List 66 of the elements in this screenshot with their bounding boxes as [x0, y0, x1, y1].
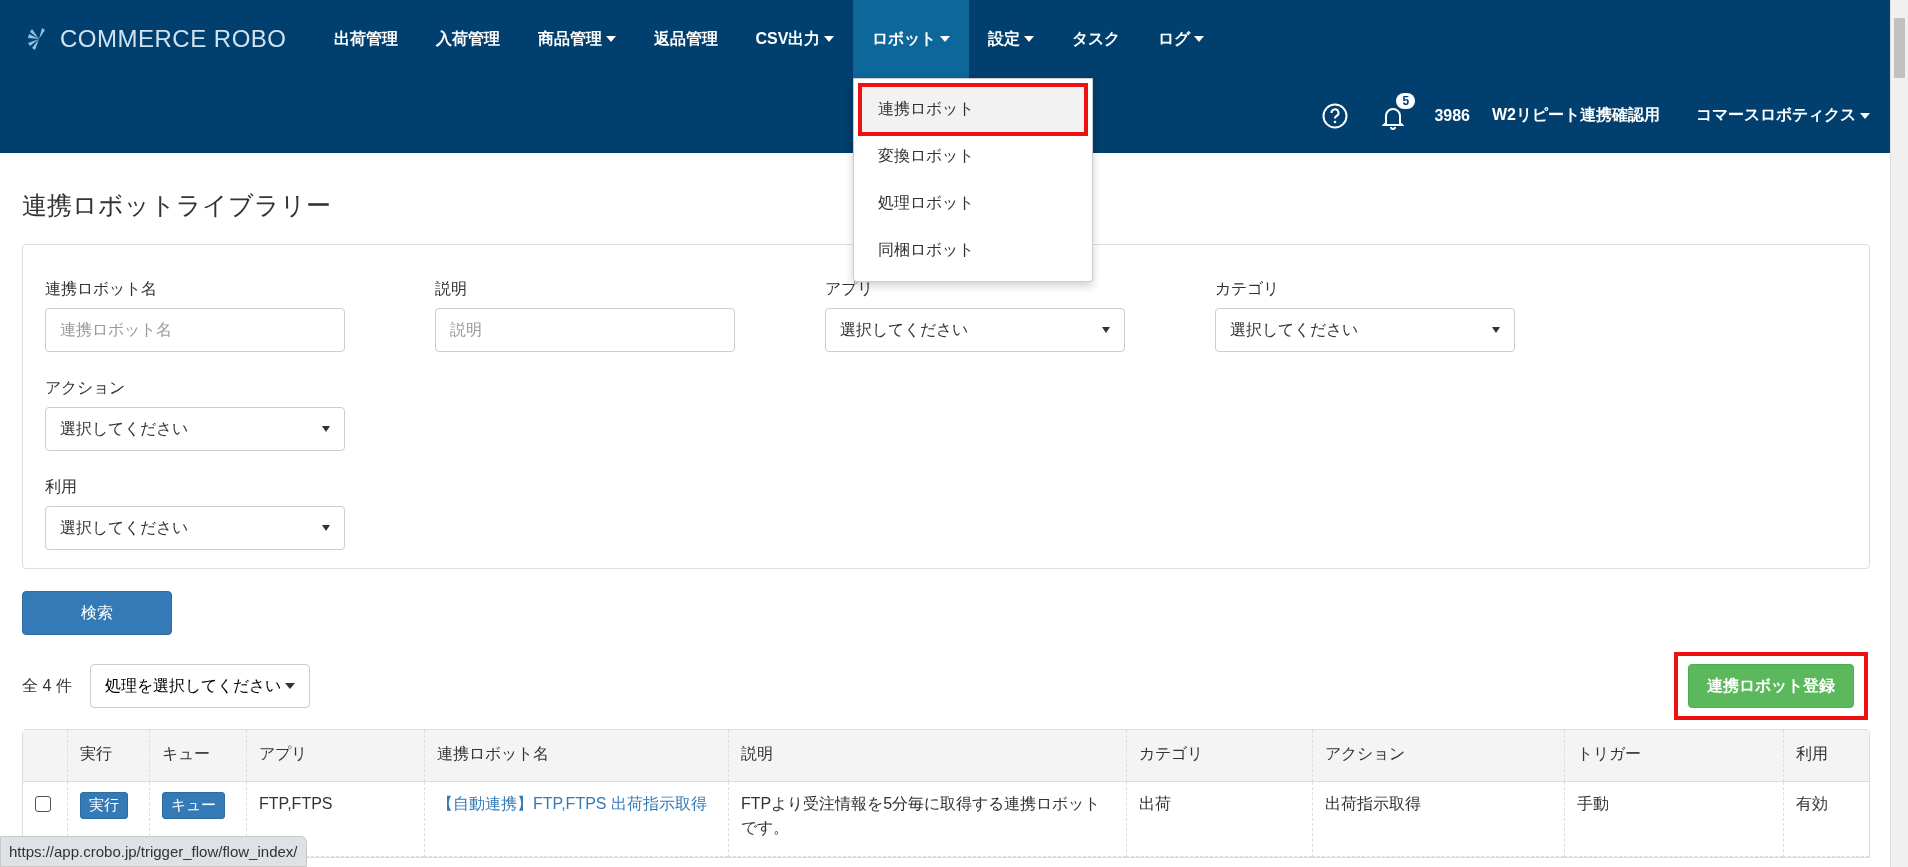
queue-button[interactable]: キュー [162, 792, 225, 819]
nav-item[interactable]: 返品管理 [634, 0, 737, 78]
menu-item[interactable]: 変換ロボット [862, 134, 1085, 179]
nav-item[interactable]: 出荷管理 [314, 0, 417, 78]
field-label: カテゴリ [1215, 279, 1280, 299]
caret-icon [940, 36, 951, 42]
column-header: 連携ロボット名 [424, 730, 728, 782]
column-header: カテゴリ [1126, 730, 1312, 782]
caret-icon [605, 36, 616, 42]
page-title: 連携ロボットライブラリー [22, 190, 331, 221]
nav-item[interactable]: ログ [1139, 0, 1224, 78]
result-count: 全 4 件 [22, 675, 72, 696]
table-cell: FTP,FTPS [259, 795, 333, 812]
column-header: 利用 [1783, 730, 1869, 782]
search-button[interactable]: 検索 [22, 591, 172, 635]
shop-name: W2リピート連携確認用 [1492, 105, 1660, 125]
column-header: アクション [1312, 730, 1564, 782]
caret-icon [322, 525, 330, 531]
column-header: 実行 [67, 730, 149, 782]
caret-icon [824, 36, 835, 42]
field-label: 利用 [45, 477, 78, 497]
caret-icon [322, 426, 330, 432]
menu-item[interactable]: 同梱ロボット [862, 228, 1085, 273]
menu-item[interactable]: 処理ロボット [862, 181, 1085, 226]
nav-item[interactable]: CSV出力 [736, 0, 854, 78]
select-field[interactable]: 選択してください [45, 506, 345, 550]
column-header: トリガー [1564, 730, 1783, 782]
caret-icon [1024, 36, 1035, 42]
bulk-action-dropdown[interactable]: 処理を選択してください [89, 664, 310, 708]
table-cell: 手動 [1577, 795, 1609, 812]
row-checkbox[interactable] [35, 796, 51, 812]
help-icon[interactable] [1322, 102, 1349, 129]
select-field[interactable]: 選択してください [1215, 308, 1515, 352]
robot-name-link[interactable]: 【自動連携】FTP,FTPS 出荷指示取得 [437, 795, 707, 812]
field-label: 説明 [435, 279, 468, 299]
scrollbar[interactable] [1890, 0, 1908, 867]
table-cell: 出荷 [1139, 795, 1171, 812]
field-label: アプリ [825, 279, 874, 299]
status-url: https://app.crobo.jp/trigger_flow/flow_index/ [0, 836, 307, 867]
caret-icon [1860, 112, 1870, 119]
run-button[interactable]: 実行 [80, 792, 128, 819]
field-label: 連携ロボット名 [45, 279, 158, 299]
nav-item[interactable]: 商品管理 [518, 0, 635, 78]
table-cell: 有効 [1796, 795, 1828, 812]
nav-item[interactable]: 設定 [969, 0, 1054, 78]
column-header: アプリ [246, 730, 424, 782]
select-field[interactable]: 選択してください [825, 308, 1125, 352]
field-label: アクション [45, 378, 126, 398]
logo-text: COMMERCE ROBO [60, 25, 287, 53]
account-id: 3986 [1434, 106, 1470, 125]
notification-badge: 5 [1396, 92, 1416, 109]
text-field[interactable]: 説明 [435, 308, 735, 352]
caret-icon [1492, 327, 1500, 333]
nav-item[interactable]: タスク [1053, 0, 1140, 78]
caret-icon [284, 683, 295, 689]
table-cell: 出荷指示取得 [1325, 795, 1421, 812]
company-menu[interactable]: コマースロボティクス [1696, 105, 1870, 126]
caret-icon [1102, 327, 1110, 333]
text-field[interactable]: 連携ロボット名 [45, 308, 345, 352]
nav-item[interactable]: 入荷管理 [416, 0, 519, 78]
table-cell: FTPより受注情報を5分毎に取得する連携ロボットです。 [741, 795, 1101, 836]
column-header: 説明 [728, 730, 1126, 782]
caret-icon [1194, 36, 1205, 42]
column-header: キュー [149, 730, 246, 782]
select-field[interactable]: 選択してください [45, 407, 345, 451]
nav-item[interactable]: ロボット [853, 0, 970, 78]
